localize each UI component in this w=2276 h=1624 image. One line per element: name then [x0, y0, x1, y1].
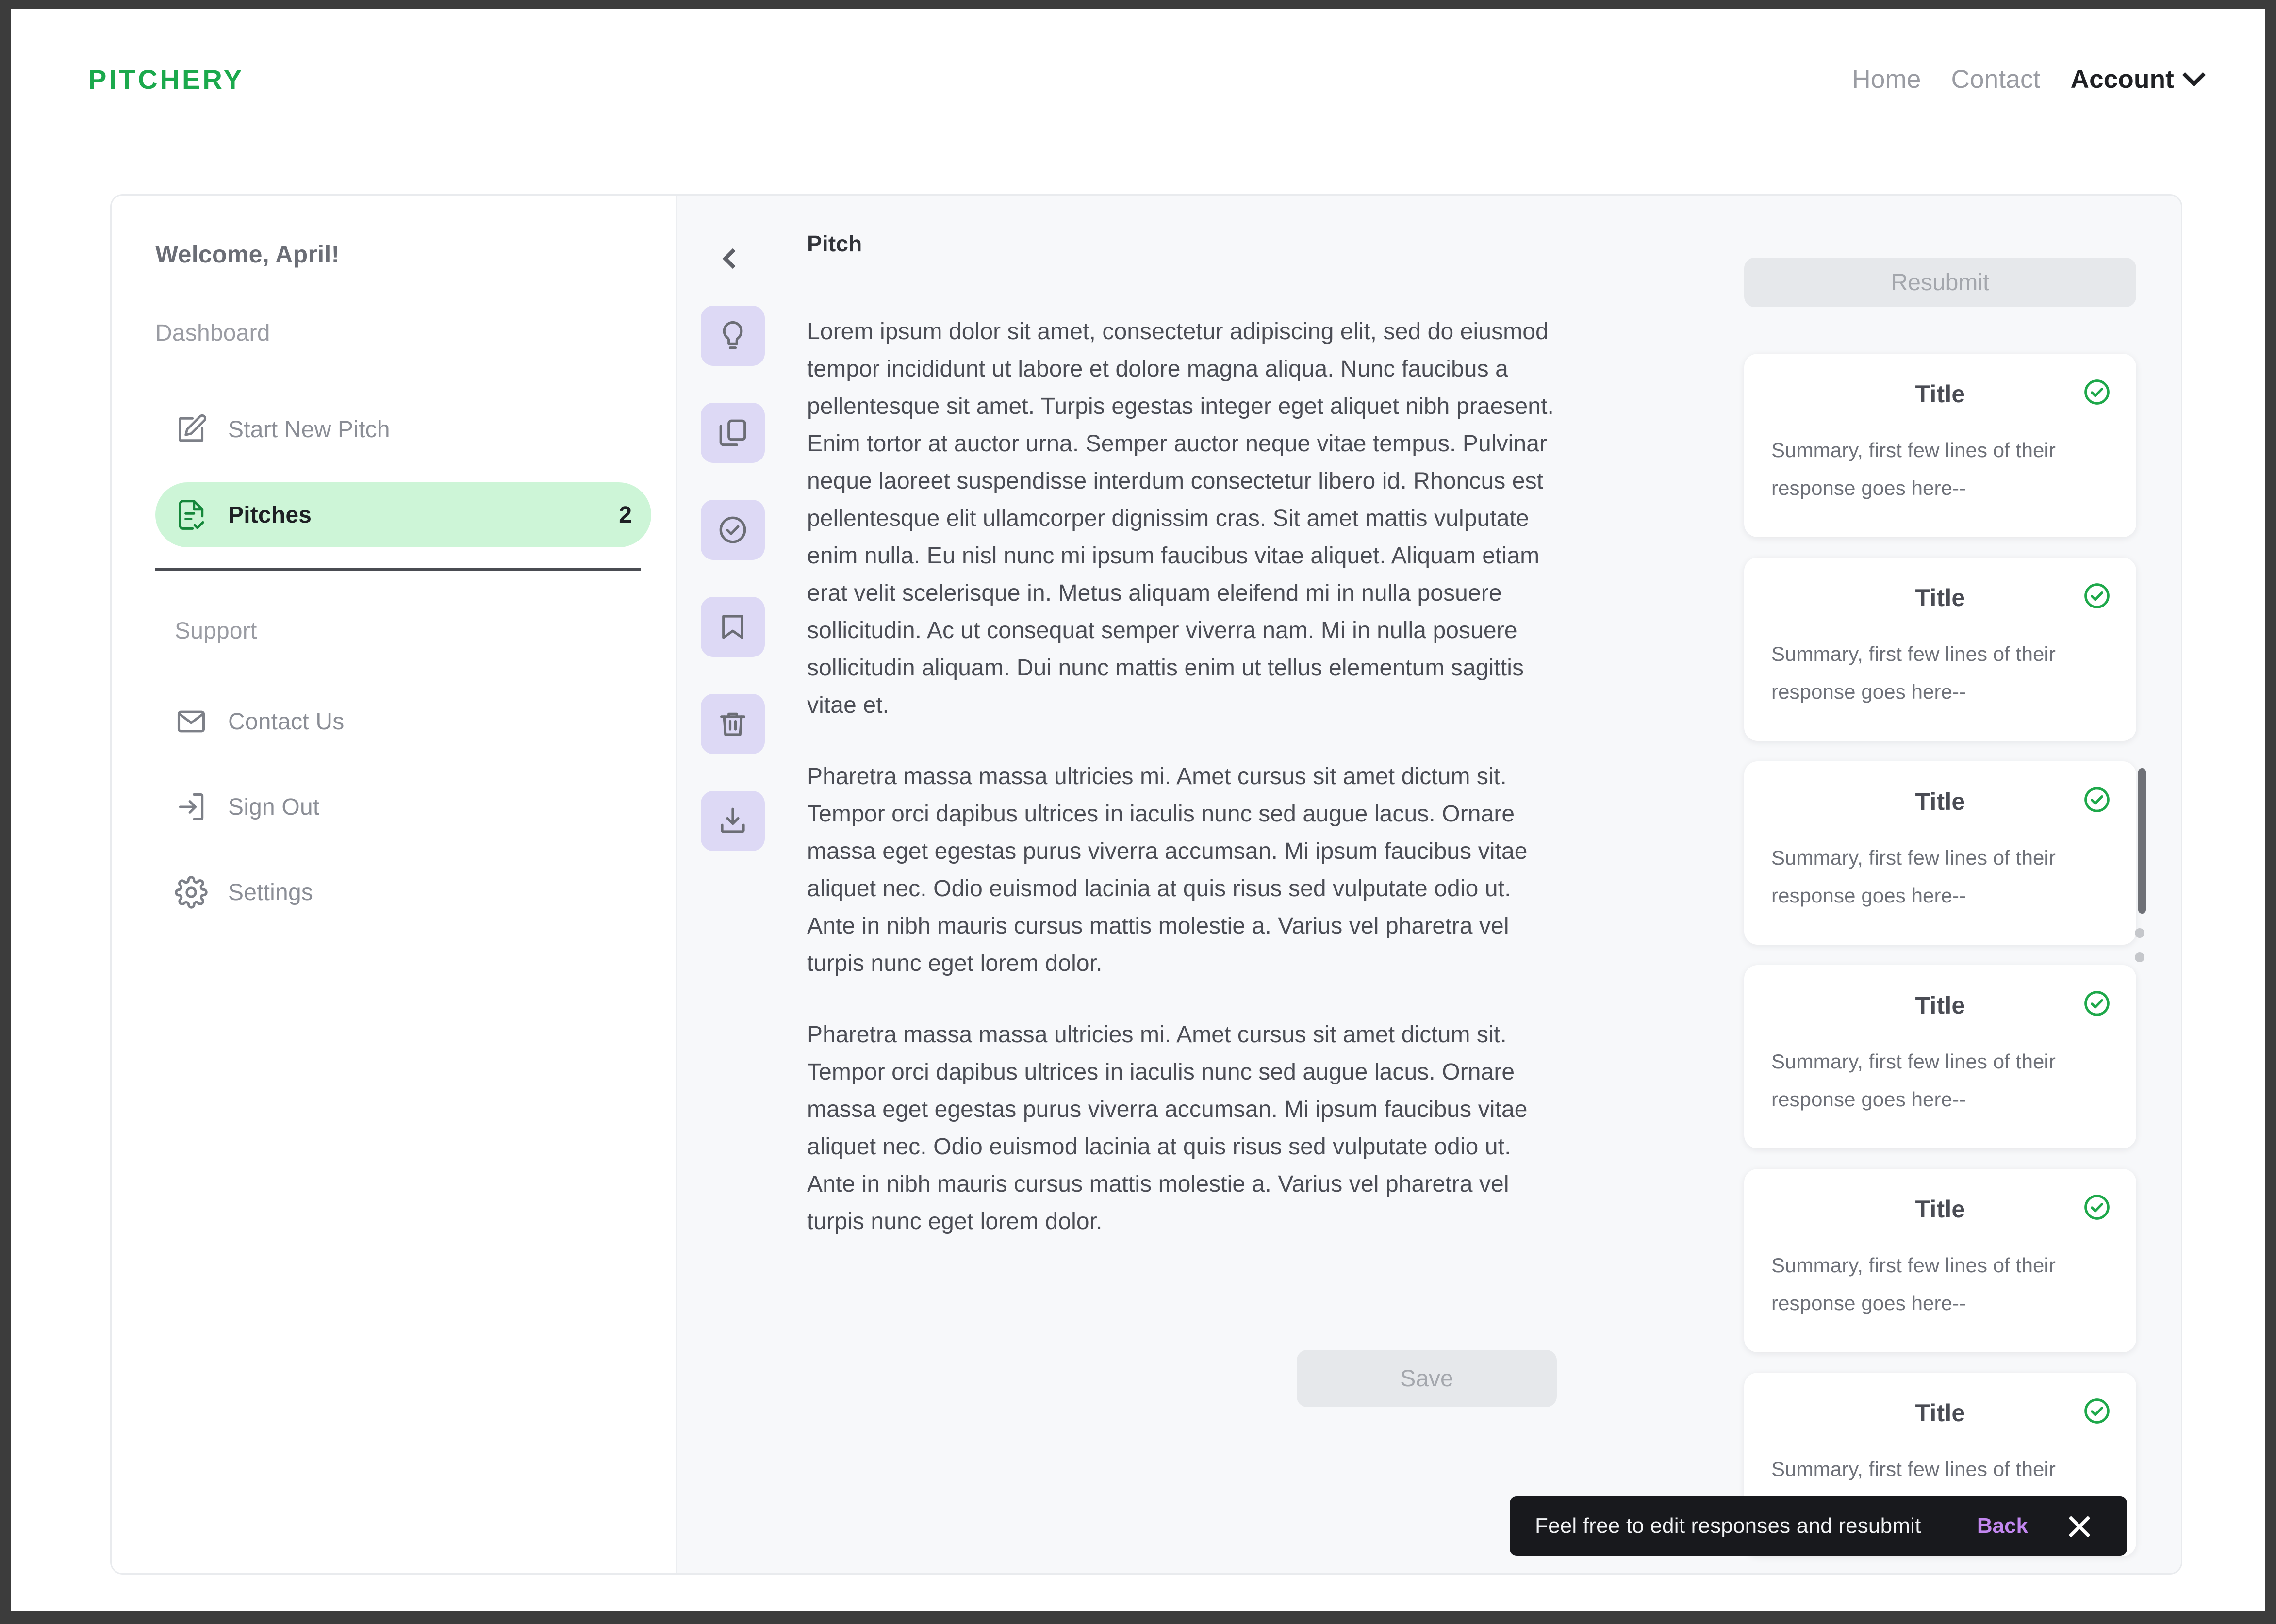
account-label: Account	[2070, 65, 2174, 94]
pencil-square-icon	[175, 413, 208, 446]
bookmark-button[interactable]	[701, 597, 765, 657]
card-title: Title	[1915, 788, 1965, 815]
card-summary: Summary, first few lines of their respon…	[1771, 642, 2056, 703]
toast-notification: Feel free to edit responses and resubmit…	[1510, 1496, 2127, 1556]
sidebar-item-label: Contact Us	[228, 708, 345, 735]
envelope-icon	[175, 705, 208, 738]
check-circle-icon	[2082, 1192, 2112, 1222]
main-panel: Welcome, April! Dashboard Start New Pitc…	[110, 194, 2182, 1575]
cards-scrollbar-thumb[interactable]	[2138, 768, 2146, 914]
account-menu[interactable]: Account	[2070, 63, 2206, 94]
sidebar-item-start-new-pitch[interactable]: Start New Pitch	[155, 397, 651, 462]
sidebar-item-label: Start New Pitch	[228, 416, 390, 443]
sidebar-item-pitches[interactable]: Pitches 2	[155, 482, 651, 547]
sidebar-section-dashboard[interactable]: Dashboard	[155, 320, 651, 346]
trash-icon	[720, 712, 745, 736]
scroll-indicator-dot	[2135, 952, 2144, 962]
response-card[interactable]: Title Summary, first few lines of their …	[1744, 761, 2136, 945]
check-circle-icon	[2082, 377, 2112, 407]
card-title: Title	[1915, 1196, 1965, 1223]
sidebar: Welcome, April! Dashboard Start New Pitc…	[112, 196, 677, 1573]
pitch-column: Pitch Lorem ipsum dolor sit amet, consec…	[789, 196, 1744, 1573]
check-circle-icon	[719, 516, 746, 543]
pitch-paragraph[interactable]: Pharetra massa massa ultricies mi. Amet …	[807, 1016, 1557, 1240]
card-summary: Summary, first few lines of their respon…	[1771, 439, 2056, 499]
resubmit-button[interactable]: Resubmit	[1744, 258, 2136, 307]
app-viewport: PITCHERY Home Contact Account Welcome, A…	[11, 9, 2265, 1611]
pitch-paragraph[interactable]: Lorem ipsum dolor sit amet, consectetur …	[807, 313, 1557, 724]
response-card[interactable]: Title Summary, first few lines of their …	[1744, 354, 2136, 537]
sign-out-icon	[175, 790, 208, 823]
lightbulb-icon	[723, 321, 743, 349]
pitch-paragraph[interactable]: Pharetra massa massa ultricies mi. Amet …	[807, 758, 1557, 982]
nav-links: Home Contact Account	[1852, 63, 2206, 94]
approve-button[interactable]	[701, 500, 765, 560]
responses-column: Resubmit Title Summary, first few lines …	[1744, 196, 2181, 1573]
device-bezel: PITCHERY Home Contact Account Welcome, A…	[0, 0, 2276, 1624]
tool-rail	[677, 196, 789, 1573]
toast-back-button[interactable]: Back	[1977, 1514, 2028, 1538]
check-circle-icon	[2082, 1396, 2112, 1426]
scroll-indicator-dot	[2135, 928, 2144, 938]
idea-button[interactable]	[701, 306, 765, 366]
chevron-down-icon	[2182, 63, 2206, 87]
pitch-label: Pitch	[807, 231, 862, 256]
sidebar-item-contact-us[interactable]: Contact Us	[155, 689, 651, 754]
sidebar-item-settings[interactable]: Settings	[155, 860, 651, 925]
card-summary: Summary, first few lines of their respon…	[1771, 1050, 2056, 1111]
content-area: Pitch Lorem ipsum dolor sit amet, consec…	[677, 196, 2181, 1573]
card-title: Title	[1915, 992, 1965, 1019]
welcome-heading: Welcome, April!	[155, 241, 340, 268]
card-title: Title	[1915, 380, 1965, 408]
card-title: Title	[1915, 1399, 1965, 1427]
card-title: Title	[1915, 584, 1965, 611]
app-logo[interactable]: PITCHERY	[88, 64, 244, 95]
duplicate-button[interactable]	[701, 403, 765, 463]
response-card[interactable]: Title Summary, first few lines of their …	[1744, 558, 2136, 741]
nav-home[interactable]: Home	[1852, 65, 1921, 94]
copy-icon	[719, 419, 746, 446]
check-circle-icon	[2082, 581, 2112, 611]
sidebar-item-label: Pitches	[228, 502, 312, 528]
download-button[interactable]	[701, 791, 765, 851]
bookmark-icon	[722, 615, 743, 639]
check-circle-icon	[2082, 785, 2112, 815]
close-icon[interactable]	[2066, 1512, 2093, 1540]
chevron-left-icon	[722, 248, 743, 269]
pitches-count-badge: 2	[619, 502, 632, 528]
sidebar-divider	[155, 568, 641, 571]
toast-message: Feel free to edit responses and resubmit	[1535, 1514, 1921, 1538]
response-card[interactable]: Title Summary, first few lines of their …	[1744, 1169, 2136, 1352]
save-row: Save	[807, 1350, 1557, 1407]
card-summary: Summary, first few lines of their respon…	[1771, 1254, 2056, 1314]
check-circle-icon	[2082, 988, 2112, 1018]
gear-icon	[175, 876, 208, 909]
save-button[interactable]: Save	[1297, 1350, 1557, 1407]
sidebar-item-label: Settings	[228, 879, 313, 905]
collapse-panel-button[interactable]	[711, 237, 755, 280]
top-navigation-bar: PITCHERY Home Contact Account	[11, 9, 2265, 149]
response-card[interactable]: Title Summary, first few lines of their …	[1744, 965, 2136, 1148]
sidebar-item-sign-out[interactable]: Sign Out	[155, 774, 651, 839]
nav-contact[interactable]: Contact	[1951, 65, 2041, 94]
delete-button[interactable]	[701, 694, 765, 754]
document-check-icon	[175, 498, 208, 531]
download-icon	[721, 807, 745, 833]
sidebar-section-support: Support	[175, 618, 257, 644]
sidebar-item-label: Sign Out	[228, 794, 320, 820]
card-summary: Summary, first few lines of their respon…	[1771, 846, 2056, 907]
response-card-list: Title Summary, first few lines of their …	[1744, 354, 2181, 1556]
